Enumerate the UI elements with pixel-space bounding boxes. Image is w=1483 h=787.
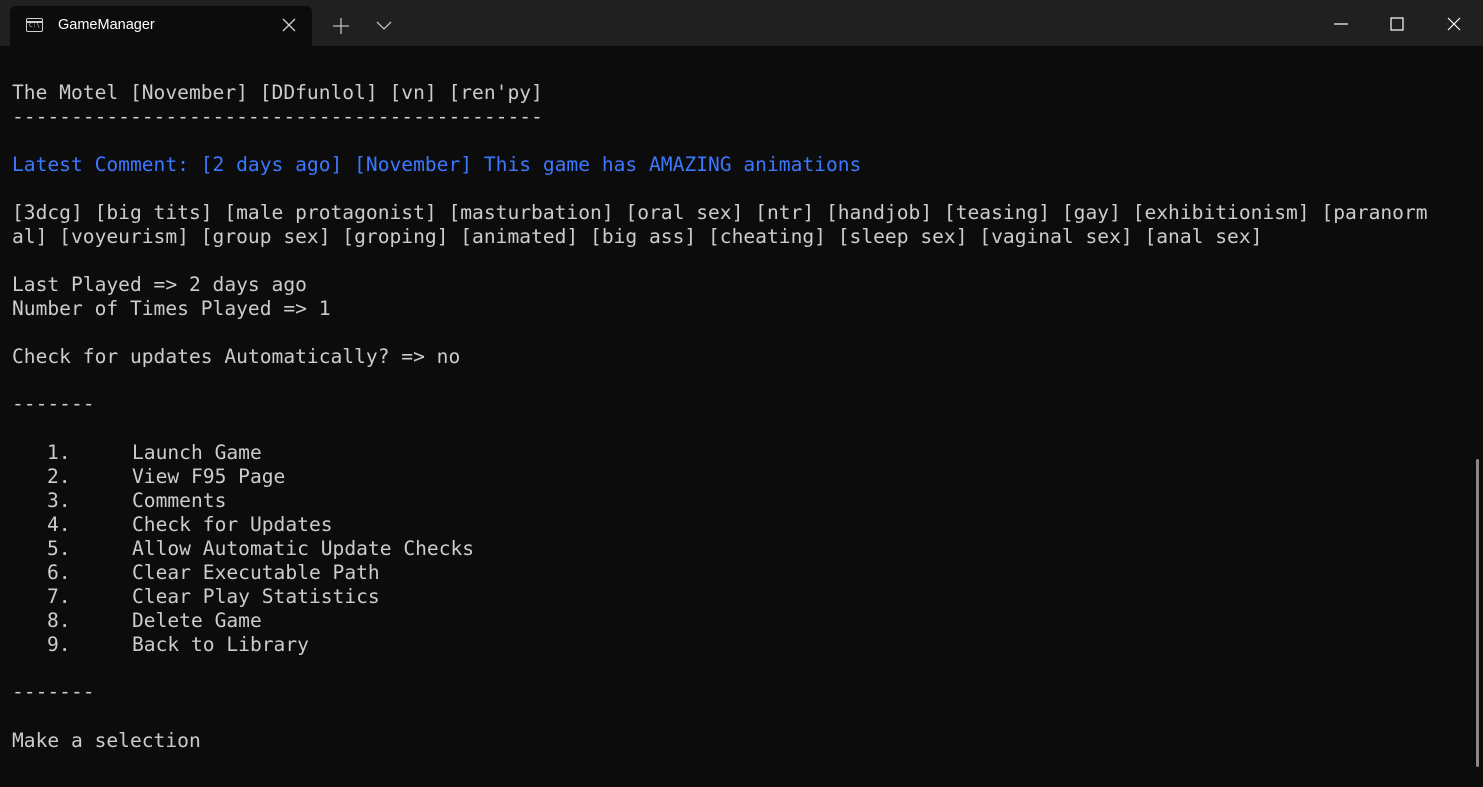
close-tab-icon[interactable] xyxy=(280,16,298,34)
menu-label: Comments xyxy=(132,489,227,512)
times-played: Number of Times Played => 1 xyxy=(12,297,331,320)
menu-label: Delete Game xyxy=(132,609,262,632)
last-played: Last Played => 2 days ago xyxy=(12,273,307,296)
latest-comment: Latest Comment: [2 days ago] [November] … xyxy=(12,153,862,176)
menu-number: 7. xyxy=(47,585,71,608)
separator-top: ------- xyxy=(12,392,95,415)
title-underline: ----------------------------------------… xyxy=(12,105,543,128)
menu-label: Check for Updates xyxy=(132,513,333,536)
terminal-icon-text: C:\ xyxy=(29,22,40,29)
new-tab-icon[interactable] xyxy=(331,16,351,36)
menu-label: Launch Game xyxy=(132,441,262,464)
selection-prompt: Make a selection xyxy=(12,729,201,752)
minimize-icon[interactable] xyxy=(1330,13,1352,35)
menu-number: 2. xyxy=(47,465,71,488)
menu-number: 9. xyxy=(47,633,71,656)
terminal-window: C:\ GameManager The Motel [November] [DD… xyxy=(0,0,1483,787)
game-title-line: The Motel [November] [DDfunlol] [vn] [re… xyxy=(12,81,543,104)
maximize-icon[interactable] xyxy=(1386,13,1408,35)
tags-line-1: [3dcg] [big tits] [male protagonist] [ma… xyxy=(12,201,1428,224)
menu-number: 8. xyxy=(47,609,71,632)
terminal-icon: C:\ xyxy=(26,18,43,32)
menu-label: View F95 Page xyxy=(132,465,286,488)
terminal-output[interactable]: The Motel [November] [DDfunlol] [vn] [re… xyxy=(12,45,1469,787)
tab-title: GameManager xyxy=(58,17,155,33)
menu-label: Clear Play Statistics xyxy=(132,585,380,608)
menu-label: Back to Library xyxy=(132,633,309,656)
menu-number: 5. xyxy=(47,537,71,560)
scrollbar-thumb[interactable] xyxy=(1476,459,1479,767)
menu-label: Allow Automatic Update Checks xyxy=(132,537,475,560)
menu-label: Clear Executable Path xyxy=(132,561,380,584)
title-bar[interactable]: C:\ GameManager xyxy=(0,0,1483,46)
menu-number: 1. xyxy=(47,441,71,464)
tags-line-2: al] [voyeurism] [group sex] [groping] [a… xyxy=(12,225,1263,248)
close-icon[interactable] xyxy=(1443,13,1465,35)
menu-number: 4. xyxy=(47,513,71,536)
tab-gamemanager[interactable]: C:\ GameManager xyxy=(10,6,312,46)
menu-number: 6. xyxy=(47,561,71,584)
separator-bottom: ------- xyxy=(12,680,95,703)
menu-number: 3. xyxy=(47,489,71,512)
chevron-down-icon[interactable] xyxy=(374,18,394,34)
auto-update-setting: Check for updates Automatically? => no xyxy=(12,345,461,368)
